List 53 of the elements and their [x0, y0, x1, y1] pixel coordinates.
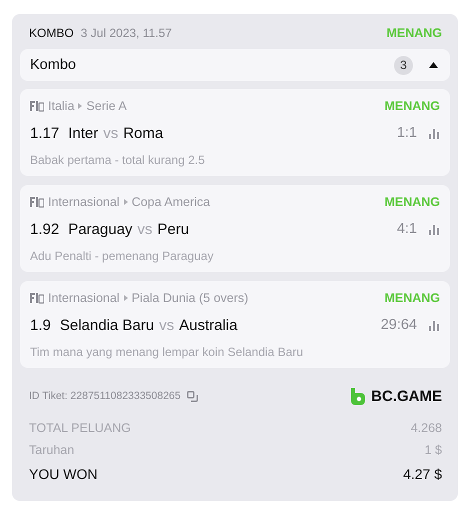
- summary-label: Taruhan: [29, 443, 74, 457]
- team-name: Roma: [123, 124, 164, 142]
- chevron-icon: [124, 199, 128, 205]
- market-description: Tim mana yang menang lempar koin Selandia Baru: [30, 345, 304, 359]
- summary-value: 1 $: [424, 443, 442, 457]
- sport-icon: [30, 196, 44, 208]
- team-name: Selandia Baru: [60, 316, 154, 334]
- chevron-icon: [78, 103, 82, 109]
- league-label: Serie A: [86, 99, 127, 113]
- versus-label: vs: [137, 220, 152, 238]
- country-label: Internasional: [48, 195, 120, 209]
- score-value: 1:1: [396, 125, 417, 141]
- brand-name: BC.GAME: [371, 388, 442, 404]
- team-name: Peru: [157, 220, 190, 238]
- ticket-id: ID Tiket: 2287511082333508265: [29, 390, 181, 402]
- caret-icon[interactable]: [429, 62, 438, 68]
- score-value: 4:1: [396, 221, 417, 237]
- chevron-icon: [124, 295, 128, 301]
- summary-label: TOTAL PELUANG: [29, 421, 131, 435]
- team-name: Australia: [179, 316, 238, 334]
- stats-icon[interactable]: [428, 128, 440, 138]
- status-label: MENANG: [384, 195, 440, 209]
- versus-label: vs: [159, 316, 174, 334]
- league-label: Copa America: [132, 195, 210, 209]
- logo-icon: [350, 388, 366, 404]
- summary-value: 4.27 $: [403, 466, 442, 482]
- country-label: Italia: [48, 99, 74, 113]
- bet-date: 3 Jul 2023, 11.57: [80, 26, 172, 40]
- status-label: MENANG: [384, 291, 440, 305]
- bet-type-label: KOMBO: [29, 26, 74, 40]
- country-label: Internasional: [48, 291, 120, 305]
- status-label: MENANG: [386, 26, 442, 40]
- count-badge: 3: [394, 56, 413, 74]
- status-label: MENANG: [384, 99, 440, 113]
- sport-icon: [30, 292, 44, 304]
- stats-icon[interactable]: [428, 320, 440, 330]
- stats-icon[interactable]: [428, 224, 440, 234]
- team-name: Paraguay: [68, 220, 132, 238]
- summary-value: 4.268: [410, 421, 442, 435]
- market-description: Adu Penalti - pemenang Paraguay: [30, 249, 214, 263]
- summary-label: YOU WON: [29, 466, 98, 482]
- odds-value: 1.17: [30, 124, 60, 142]
- score-value: 29:64: [380, 317, 417, 333]
- sport-icon: [30, 100, 44, 112]
- group-title: Kombo: [30, 57, 76, 73]
- market-description: Babak pertama - total kurang 2.5: [30, 153, 206, 167]
- odds-value: 1.9: [30, 316, 51, 334]
- versus-label: vs: [103, 124, 118, 142]
- league-label: Piala Dunia (5 overs): [132, 291, 248, 305]
- team-name: Inter: [68, 124, 98, 142]
- copy-icon[interactable]: [186, 390, 198, 402]
- odds-value: 1.92: [30, 220, 60, 238]
- group-header[interactable]: Kombo 3: [20, 49, 450, 81]
